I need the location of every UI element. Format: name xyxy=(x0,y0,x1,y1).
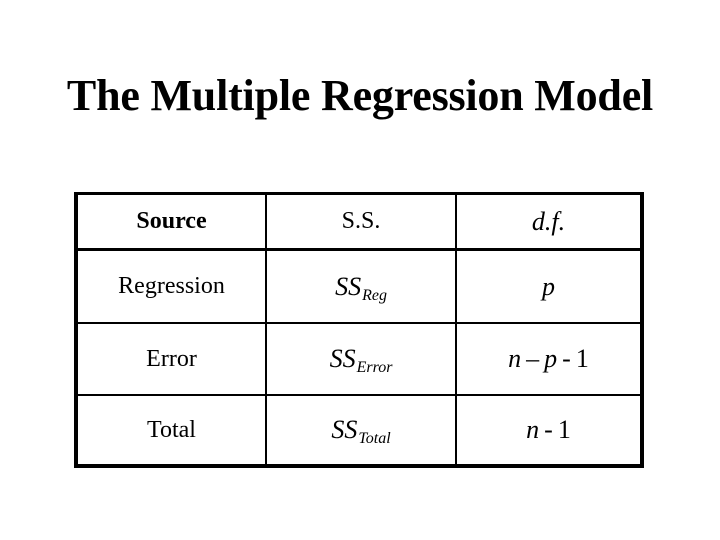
df-one: 1 xyxy=(575,344,589,373)
slide-title: The Multiple Regression Model xyxy=(66,71,654,120)
row-regression-source: Regression xyxy=(78,251,267,324)
row-total-source: Total xyxy=(78,396,267,464)
row-error-df: n – p -1 xyxy=(457,324,640,396)
df-p: p xyxy=(544,344,558,373)
ss-subscript: Total xyxy=(358,430,391,447)
header-source: Source xyxy=(78,195,267,251)
ss-subscript: Error xyxy=(356,359,393,376)
row-error-source: Error xyxy=(78,324,267,396)
df-p: p xyxy=(542,271,555,301)
header-ss: S.S. xyxy=(267,195,457,251)
row-regression-df: p xyxy=(457,251,640,324)
ss-subscript: Reg xyxy=(362,286,387,304)
row-regression-ss: SS Reg xyxy=(267,251,457,324)
df-dash: – xyxy=(526,344,540,373)
ss-symbol: SS xyxy=(335,271,362,301)
row-total-ss: SS Total xyxy=(267,396,457,464)
df-n: n xyxy=(526,415,540,444)
df-one: 1 xyxy=(557,415,571,444)
ss-symbol: SS xyxy=(331,415,358,444)
df-minus: - xyxy=(544,415,553,444)
row-total-df: n-1 xyxy=(457,396,640,464)
anova-table: Source S.S. d.f. Regression SS Reg p Erro… xyxy=(74,192,644,468)
df-n: n xyxy=(508,344,522,373)
header-df: d.f. xyxy=(457,195,640,251)
row-error-ss: SS Error xyxy=(267,324,457,396)
df-minus: - xyxy=(562,344,571,373)
ss-symbol: SS xyxy=(329,344,356,373)
